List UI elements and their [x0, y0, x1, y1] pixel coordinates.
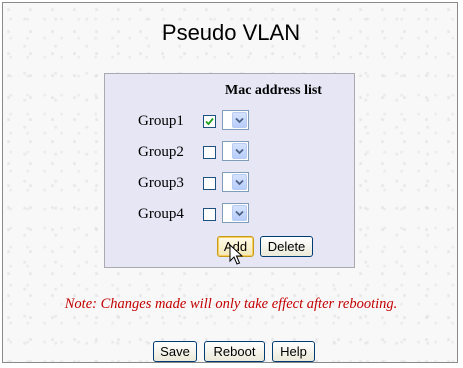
mac-address-panel: Mac address list Group1 Group2 Group3 Gr…: [104, 73, 355, 268]
page-frame: Pseudo VLAN Mac address list Group1 Grou…: [2, 2, 458, 363]
group-label-4: Group4: [138, 206, 184, 222]
chevron-down-icon: [235, 148, 244, 155]
group1-checkbox[interactable]: [203, 115, 216, 128]
group-row-3: Group3: [105, 172, 355, 194]
group-label-1: Group1: [138, 113, 184, 129]
help-button[interactable]: Help: [272, 341, 315, 362]
group3-checkbox[interactable]: [203, 177, 216, 190]
checkmark-icon: [205, 117, 214, 126]
group3-mac-select[interactable]: [222, 172, 249, 192]
group-label-3: Group3: [138, 175, 184, 191]
group-label-2: Group2: [138, 144, 184, 160]
reboot-note: Note: Changes made will only take effect…: [64, 296, 398, 312]
group1-mac-select[interactable]: [222, 110, 249, 130]
group4-mac-select[interactable]: [222, 203, 249, 223]
mac-address-list-heading: Mac address list: [225, 83, 322, 98]
chevron-down-icon: [235, 179, 244, 186]
chevron-down-icon: [235, 210, 244, 217]
group4-checkbox[interactable]: [203, 208, 216, 221]
dropdown-arrow-button[interactable]: [232, 112, 247, 128]
group2-mac-select[interactable]: [222, 141, 249, 161]
dropdown-arrow-button[interactable]: [232, 174, 247, 190]
group-row-4: Group4: [105, 203, 355, 225]
group-row-1: Group1: [105, 110, 355, 132]
reboot-button[interactable]: Reboot: [204, 341, 265, 362]
delete-button[interactable]: Delete: [260, 236, 313, 257]
save-button[interactable]: Save: [153, 341, 197, 362]
group-row-2: Group2: [105, 141, 355, 163]
page-title: Pseudo VLAN: [161, 20, 301, 45]
group2-checkbox[interactable]: [203, 146, 216, 159]
dropdown-arrow-button[interactable]: [232, 205, 247, 221]
dropdown-arrow-button[interactable]: [232, 143, 247, 159]
chevron-down-icon: [235, 117, 244, 124]
mouse-pointer-icon: [229, 244, 243, 265]
